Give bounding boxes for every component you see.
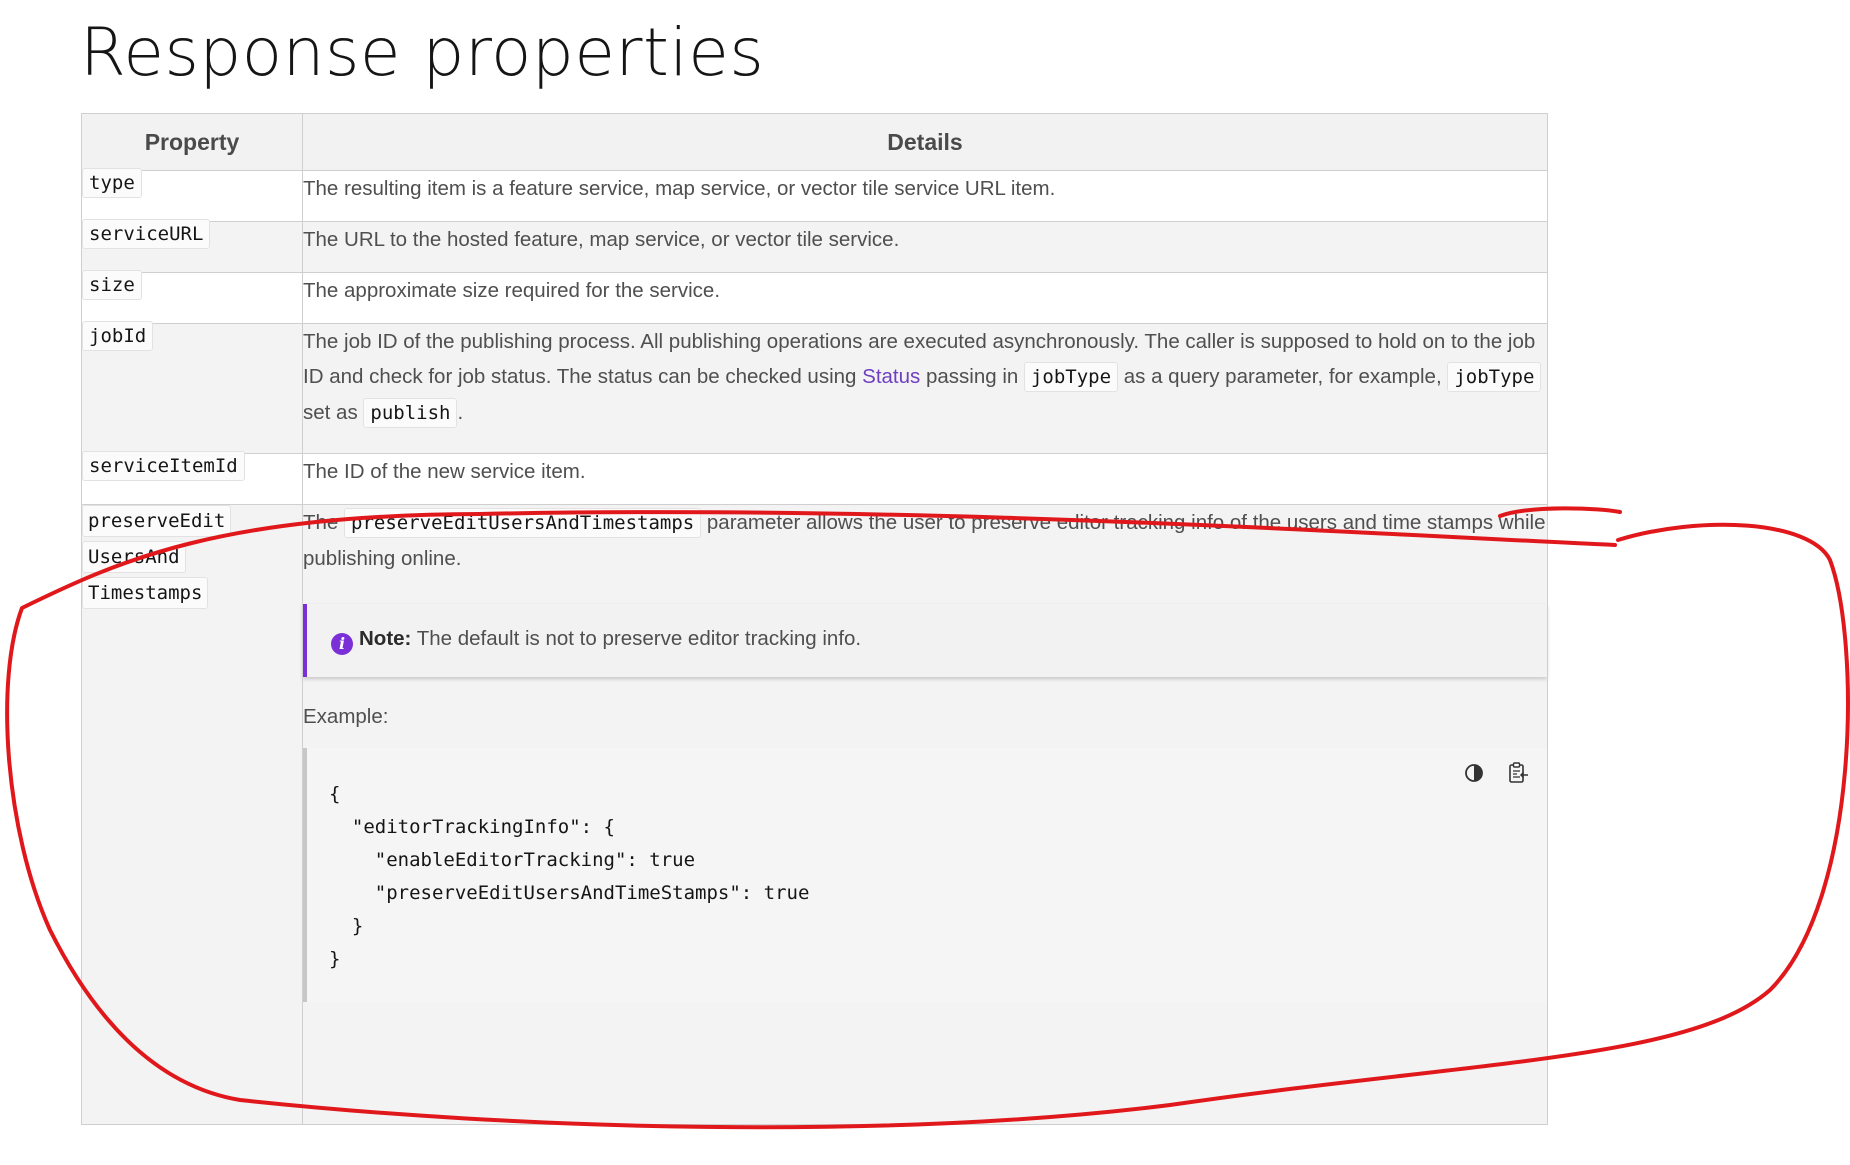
details-cell: The job ID of the publishing process. Al… [302, 323, 1548, 454]
example-label: Example: [303, 705, 389, 728]
details-text: set as [303, 401, 364, 424]
code-sample: { "editorTrackingInfo": { "enableEditorT… [329, 783, 810, 970]
property-name-serviceitemid: serviceItemId [82, 451, 245, 481]
table-row: jobId The job ID of the publishing proce… [81, 321, 1548, 454]
details-text: as a query parameter, for example, [1118, 365, 1448, 388]
code-block: { "editorTrackingInfo": { "enableEditorT… [303, 748, 1547, 1002]
property-cell: type [81, 168, 303, 222]
property-cell: jobId [81, 321, 303, 454]
note-text: The default is not to preserve editor tr… [411, 627, 862, 650]
property-name-jobid: jobId [82, 321, 154, 351]
table-header-row: Property Details [81, 113, 1548, 171]
details-cell: The ID of the new service item. [302, 453, 1548, 505]
response-properties-table: Property Details type The resulting item… [81, 113, 1548, 1125]
copy-clipboard-icon[interactable] [1505, 760, 1531, 786]
note-label: Note: [359, 627, 412, 650]
contrast-icon[interactable] [1461, 760, 1487, 786]
details-column-header: Details [302, 113, 1548, 171]
table-row: serviceItemId The ID of the new service … [81, 451, 1548, 505]
info-icon: i [331, 633, 353, 655]
property-name-serviceurl: serviceURL [82, 219, 211, 249]
page-title: Response properties [80, 14, 765, 91]
details-cell: The resulting item is a feature service,… [302, 170, 1548, 222]
property-name-line: Timestamps [82, 577, 209, 609]
property-cell: size [81, 270, 303, 324]
property-cell: serviceItemId [81, 451, 303, 505]
table-row: serviceURL The URL to the hosted feature… [81, 219, 1548, 273]
details-text: passing in [920, 365, 1024, 388]
status-link[interactable]: Status [862, 365, 920, 388]
property-name-size: size [82, 270, 142, 300]
details-cell: The preserveEditUsersAndTimestamps param… [302, 504, 1548, 1125]
property-cell: preserveEdit UsersAnd Timestamps [81, 504, 303, 1125]
inline-code: publish [363, 398, 458, 428]
table-row: preserveEdit UsersAnd Timestamps The pre… [81, 504, 1548, 1125]
table-row: size The approximate size required for t… [81, 270, 1548, 324]
details-cell: The URL to the hosted feature, map servi… [302, 221, 1548, 273]
property-column-header: Property [81, 113, 303, 171]
property-cell: serviceURL [81, 219, 303, 273]
property-name-type: type [82, 168, 142, 198]
parameter-description: The preserveEditUsersAndTimestamps param… [303, 505, 1547, 576]
inline-code: jobType [1023, 362, 1119, 392]
details-text: The [303, 511, 345, 534]
details-text: . [457, 401, 464, 424]
property-name-line: UsersAnd [82, 541, 186, 573]
code-toolbar [1461, 760, 1531, 786]
note-callout: i Note: The default is not to preserve ed… [303, 604, 1547, 677]
property-name-line: preserveEdit [82, 505, 232, 537]
inline-code: jobType [1447, 362, 1542, 392]
table-row: type The resulting item is a feature ser… [81, 168, 1548, 222]
details-cell: The approximate size required for the se… [302, 272, 1548, 324]
inline-code: preserveEditUsersAndTimestamps [344, 508, 702, 538]
